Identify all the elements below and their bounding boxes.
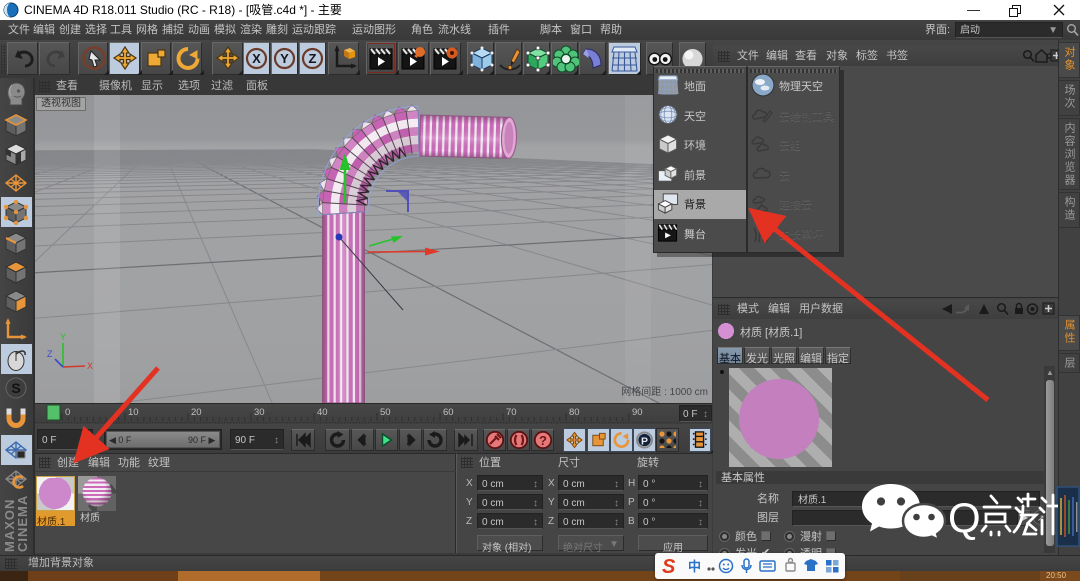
svg-text:Q: Q	[948, 494, 981, 541]
